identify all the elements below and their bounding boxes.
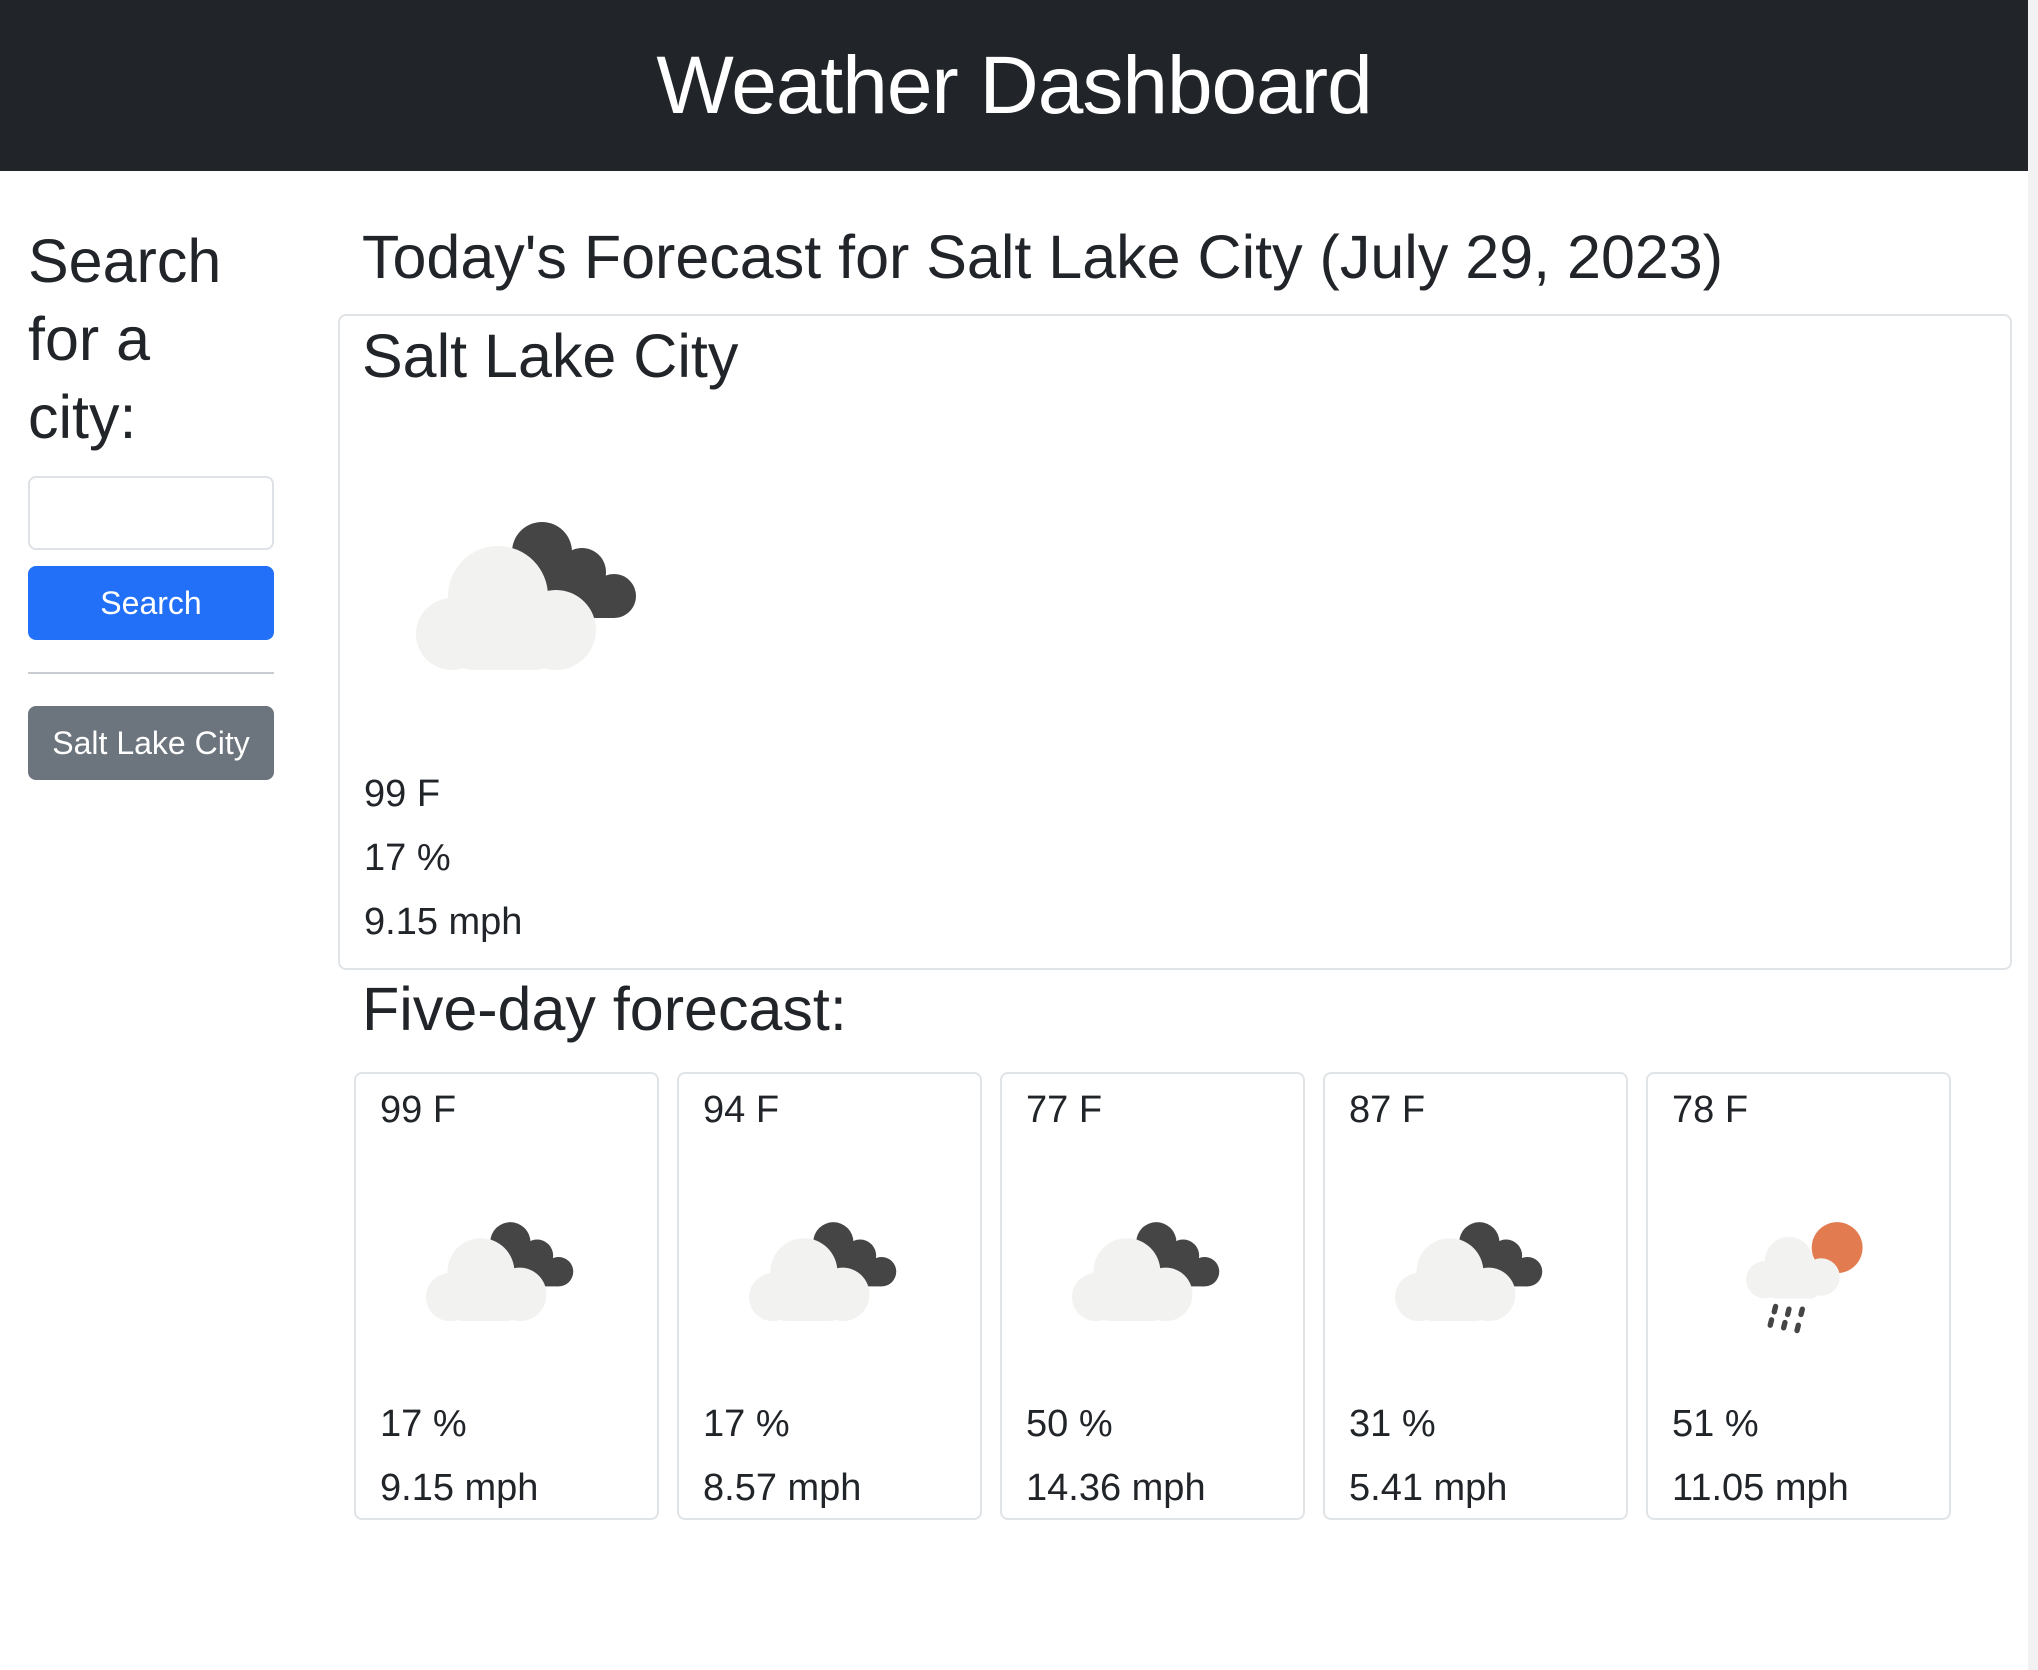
sidebar-divider [28,672,274,674]
five-day-forecast: 99 F 17 % 9.15 mph 94 F 17 % 8.57 mph 77… [354,1072,1951,1520]
forecast-temperature: 87 F [1349,1089,1426,1131]
today-stats: 99 F 17 % 9.15 mph [364,762,522,954]
city-search-input[interactable] [28,476,274,550]
forecast-wind: 14.36 mph [1026,1467,1206,1509]
forecast-temperature: 78 F [1672,1089,1749,1131]
partly-cloudy-dark-icon [1072,1222,1220,1322]
forecast-temperature: 77 F [1026,1089,1103,1131]
partly-cloudy-dark-icon [1395,1222,1543,1322]
search-heading: Search for a city: [28,227,222,451]
search-button[interactable]: Search [28,566,274,640]
forecast-humidity: 50 % [1026,1403,1113,1445]
forecast-temperature: 99 F [380,1089,457,1131]
forecast-card: 78 F 51 % 11.05 mph [1646,1072,1951,1520]
app-header: Weather Dashboard [0,0,2028,171]
window-edge [2028,0,2038,1670]
forecast-wind: 9.15 mph [380,1467,539,1509]
forecast-card: 94 F 17 % 8.57 mph [677,1072,982,1520]
forecast-humidity: 17 % [703,1403,790,1445]
search-sidebar: Search for a city: Search Salt Lake City [28,222,274,780]
today-heading: Today's Forecast for Salt Lake City (Jul… [362,223,1724,291]
forecast-humidity: 31 % [1349,1403,1436,1445]
forecast-temperature: 94 F [703,1089,780,1131]
sun-rain-icon [1746,1222,1863,1334]
partly-cloudy-dark-icon [416,522,636,670]
today-wind: 9.15 mph [364,901,523,943]
page: Weather Dashboard Search for a city: Sea… [0,0,2038,1670]
app-title: Weather Dashboard [656,39,1372,131]
forecast-card: 99 F 17 % 9.15 mph [354,1072,659,1520]
today-humidity: 17 % [364,837,451,879]
forecast-wind: 8.57 mph [703,1467,862,1509]
today-city: Salt Lake City [362,322,739,390]
forecast-card: 87 F 31 % 5.41 mph [1323,1072,1628,1520]
search-history: Salt Lake City [28,706,274,780]
forecast-humidity: 51 % [1672,1403,1759,1445]
partly-cloudy-dark-icon [749,1222,897,1322]
today-temperature: 99 F [364,773,441,815]
today-card: Salt Lake City 99 F 17 % 9.15 mph [338,314,2012,970]
history-city-button[interactable]: Salt Lake City [28,706,274,780]
five-day-heading: Five-day forecast: [362,975,847,1043]
forecast-wind: 5.41 mph [1349,1467,1508,1509]
forecast-card: 77 F 50 % 14.36 mph [1000,1072,1305,1520]
forecast-humidity: 17 % [380,1403,467,1445]
forecast-wind: 11.05 mph [1672,1467,1849,1509]
partly-cloudy-dark-icon [426,1222,574,1322]
